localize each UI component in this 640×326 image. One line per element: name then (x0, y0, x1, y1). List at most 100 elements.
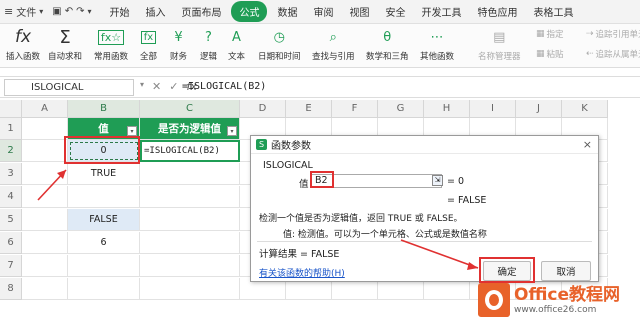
row-header[interactable]: 4 (0, 186, 22, 208)
paste-icon: ▦ (536, 49, 545, 59)
toolbar-button-6[interactable]: A 文本 (228, 26, 245, 66)
toolbar-button-15[interactable]: ⇠追踪从属单元格 (586, 46, 640, 62)
cell-b2[interactable]: 0 (68, 140, 140, 162)
cell[interactable] (140, 278, 240, 300)
toolbar-button-10[interactable]: ⋯ 其他函数 (420, 26, 454, 66)
toolbar-button-0[interactable]: fx 插入函数 (6, 26, 40, 66)
cell[interactable] (140, 255, 240, 277)
column-header[interactable]: A (22, 100, 68, 118)
toolbar-button-13[interactable]: ▦ 粘贴 (536, 46, 564, 62)
row-header[interactable]: 8 (0, 278, 22, 300)
select-all-corner[interactable] (0, 100, 22, 118)
toolbar-label: 逻辑 (200, 52, 218, 62)
cell[interactable] (140, 232, 240, 254)
param-description: 值: 检测值。可以为一个单元格、公式或是数值名称 (283, 230, 487, 240)
header-cell-is-logical[interactable]: 是否为逻辑值 ▾ (140, 118, 240, 140)
cell[interactable] (22, 186, 68, 208)
dropdown-icon[interactable]: ▾ (140, 80, 144, 93)
column-header[interactable]: H (424, 100, 470, 118)
hamburger-icon[interactable]: ≡ (4, 5, 13, 18)
cell[interactable] (22, 209, 68, 231)
function-result: = FALSE (447, 195, 487, 206)
row-header[interactable]: 3 (0, 163, 22, 185)
toolbar-button-2[interactable]: fx☆ 常用函数 (94, 26, 128, 66)
tab-5[interactable]: 审阅 (307, 1, 339, 22)
toolbar-button-5[interactable]: ? 逻辑 (200, 26, 217, 66)
tab-2[interactable]: 页面布局 (175, 1, 227, 22)
toolbar-label: 常用函数 (94, 52, 129, 62)
column-header[interactable]: E (286, 100, 332, 118)
cell[interactable] (22, 140, 68, 162)
wps-s-icon: S (256, 139, 267, 150)
tab-1[interactable]: 插入 (139, 1, 171, 22)
cell-b5[interactable]: FALSE (68, 209, 140, 231)
tab-4[interactable]: 数据 (271, 1, 303, 22)
filter-dropdown-icon[interactable]: ▾ (127, 126, 137, 136)
help-link[interactable]: 有关该函数的帮助(H) (259, 266, 345, 279)
tab-3[interactable]: 公式 (231, 1, 268, 22)
column-header[interactable]: C (140, 100, 240, 118)
cell[interactable] (140, 209, 240, 231)
file-menu[interactable]: 文件 (16, 4, 36, 19)
toolbar-label: 追踪引用单元格 (595, 30, 640, 40)
row-header[interactable]: 5 (0, 209, 22, 231)
column-header[interactable]: G (378, 100, 424, 118)
row-header[interactable]: 7 (0, 255, 22, 277)
redo-icon[interactable]: ↷ (76, 6, 84, 17)
collapse-dialog-icon[interactable]: ⇲ (432, 175, 443, 186)
toolbar-label: 其他函数 (420, 52, 455, 62)
column-header[interactable]: J (516, 100, 562, 118)
toolbar-button-4[interactable]: ¥ 财务 (170, 26, 187, 66)
dialog-titlebar[interactable]: S 函数参数 × (251, 136, 598, 154)
toolbar-button-14[interactable]: ⇢追踪引用单元格 (586, 26, 640, 42)
cell[interactable] (68, 278, 140, 300)
column-header[interactable]: I (470, 100, 516, 118)
cell[interactable] (22, 118, 68, 140)
toolbar-button-3[interactable]: fx 全部 (140, 26, 157, 66)
tab-8[interactable]: 开发工具 (415, 1, 467, 22)
row-header[interactable]: 6 (0, 232, 22, 254)
formula-input[interactable]: =ISLOGICAL(B2) (182, 81, 266, 92)
cell-c2-formula[interactable]: =ISLOGICAL(B2) (140, 140, 240, 162)
confirm-icon[interactable]: ✓ (169, 80, 178, 93)
arg-input[interactable]: B2 (311, 174, 442, 188)
toolbar-label: 全部 (140, 52, 158, 62)
filter-dropdown-icon[interactable]: ▾ (227, 126, 237, 136)
tab-0[interactable]: 开始 (103, 1, 135, 22)
toolbar-button-7[interactable]: ◷ 日期和时间 (258, 26, 301, 66)
toolbar-button-8[interactable]: ⌕ 查找与引用 (312, 26, 355, 66)
cell[interactable] (22, 232, 68, 254)
cell[interactable] (22, 163, 68, 185)
cell[interactable] (22, 278, 68, 300)
header-cell-value[interactable]: 值 ▾ (68, 118, 140, 140)
tab-7[interactable]: 安全 (379, 1, 411, 22)
tab-6[interactable]: 视图 (343, 1, 375, 22)
name-box[interactable]: ISLOGICAL (4, 79, 134, 96)
tab-9[interactable]: 特色应用 (471, 1, 523, 22)
toolbar-button-11[interactable]: ▤ 名称管理器 (478, 26, 521, 66)
column-header[interactable]: B (68, 100, 140, 118)
toolbar-button-9[interactable]: θ 数学和三角 (366, 26, 409, 66)
cell-b6[interactable]: 6 (68, 232, 140, 254)
column-header[interactable]: F (332, 100, 378, 118)
cell-b3[interactable]: TRUE (68, 163, 140, 185)
save-icon[interactable]: ▣ (52, 6, 61, 17)
column-header[interactable]: D (240, 100, 286, 118)
close-icon[interactable]: × (583, 138, 592, 151)
cell[interactable] (140, 186, 240, 208)
toolbar-button-1[interactable]: Σ 自动求和 (48, 26, 82, 66)
toolbar-button-12[interactable]: ▦ 指定 (536, 26, 564, 42)
more-icon[interactable]: ▾ (87, 7, 91, 16)
toolbar-label: 日期和时间 (258, 52, 301, 62)
undo-icon[interactable]: ↶ (65, 6, 73, 17)
cell[interactable] (68, 186, 140, 208)
column-header[interactable]: K (562, 100, 608, 118)
row-header[interactable]: 2 (0, 140, 22, 162)
tab-10[interactable]: 表格工具 (527, 1, 579, 22)
cell[interactable] (22, 255, 68, 277)
row-header[interactable]: 1 (0, 118, 22, 140)
chevron-down-icon[interactable]: ▾ (39, 7, 43, 16)
cell[interactable] (140, 163, 240, 185)
cancel-icon[interactable]: ✕ (152, 80, 161, 93)
cell[interactable] (68, 255, 140, 277)
